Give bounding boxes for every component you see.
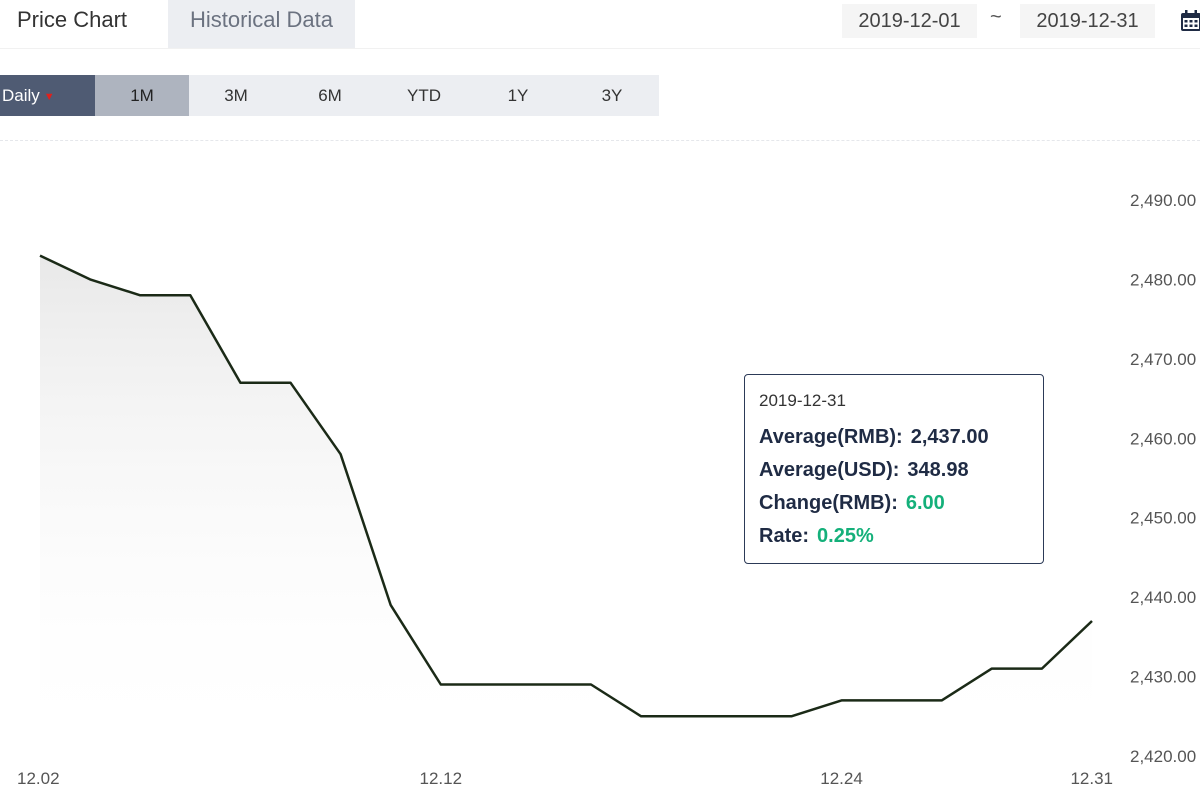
interval-dropdown[interactable]: Daily ▼ — [0, 75, 95, 116]
range-3m-button[interactable]: 3M — [189, 75, 283, 116]
tooltip-row-change: Change(RMB): 6.00 — [759, 487, 1029, 520]
y-tick-label: 2,440.00 — [1130, 588, 1196, 607]
tooltip-value: 6.00 — [905, 492, 945, 514]
tooltip-date: 2019-12-31 — [759, 391, 846, 410]
tooltip-label: Rate: — [759, 525, 810, 547]
y-tick-label: 2,460.00 — [1130, 429, 1196, 448]
range-1m-button[interactable]: 1M — [95, 75, 189, 116]
x-tick-label: 12.12 — [419, 769, 462, 788]
tooltip-label: Change(RMB): — [759, 492, 898, 514]
tab-price-chart[interactable]: Price Chart — [0, 0, 168, 48]
y-tick-label: 2,430.00 — [1130, 668, 1196, 687]
caret-down-icon: ▼ — [43, 91, 55, 103]
interval-label: Daily — [2, 86, 40, 105]
tooltip-label: Average(USD): — [759, 459, 900, 481]
tooltip-row-avg-rmb: Average(RMB): 2,437.00 — [759, 421, 1029, 454]
range-ytd-button[interactable]: YTD — [377, 75, 471, 116]
tooltip-label: Average(RMB): — [759, 426, 903, 448]
x-tick-label: 12.31 — [1070, 769, 1113, 788]
tooltip-value: 348.98 — [907, 459, 969, 481]
y-tick-label: 2,490.00 — [1130, 191, 1196, 210]
range-1y-button[interactable]: 1Y — [471, 75, 565, 116]
y-tick-label: 2,480.00 — [1130, 270, 1196, 289]
tooltip-value: 0.25% — [817, 525, 874, 547]
tab-divider — [0, 48, 1200, 49]
range-3y-button[interactable]: 3Y — [565, 75, 659, 116]
start-date-input[interactable]: 2019-12-01 — [842, 4, 977, 38]
tooltip-row-avg-usd: Average(USD): 348.98 — [759, 454, 1029, 487]
y-tick-label: 2,450.00 — [1130, 509, 1196, 528]
x-tick-label: 12.24 — [820, 769, 863, 788]
section-divider — [0, 140, 1200, 141]
view-tabs: Price Chart Historical Data — [0, 0, 355, 48]
range-6m-button[interactable]: 6M — [283, 75, 377, 116]
calendar-icon[interactable] — [1180, 10, 1200, 32]
tooltip-row-rate: Rate: 0.25% — [759, 520, 1029, 553]
tooltip-value: 2,437.00 — [910, 426, 989, 448]
y-tick-label: 2,420.00 — [1130, 747, 1196, 766]
chart-tooltip: 2019-12-31 Average(RMB): 2,437.00 Average… — [744, 374, 1044, 564]
range-selector: Daily ▼ 1M 3M 6M YTD 1Y 3Y — [0, 75, 659, 116]
x-tick-label: 12.02 — [17, 769, 60, 788]
date-separator: ~ — [990, 6, 1002, 28]
y-tick-label: 2,470.00 — [1130, 350, 1196, 369]
end-date-input[interactable]: 2019-12-31 — [1020, 4, 1155, 38]
tab-historical-data[interactable]: Historical Data — [168, 0, 355, 48]
